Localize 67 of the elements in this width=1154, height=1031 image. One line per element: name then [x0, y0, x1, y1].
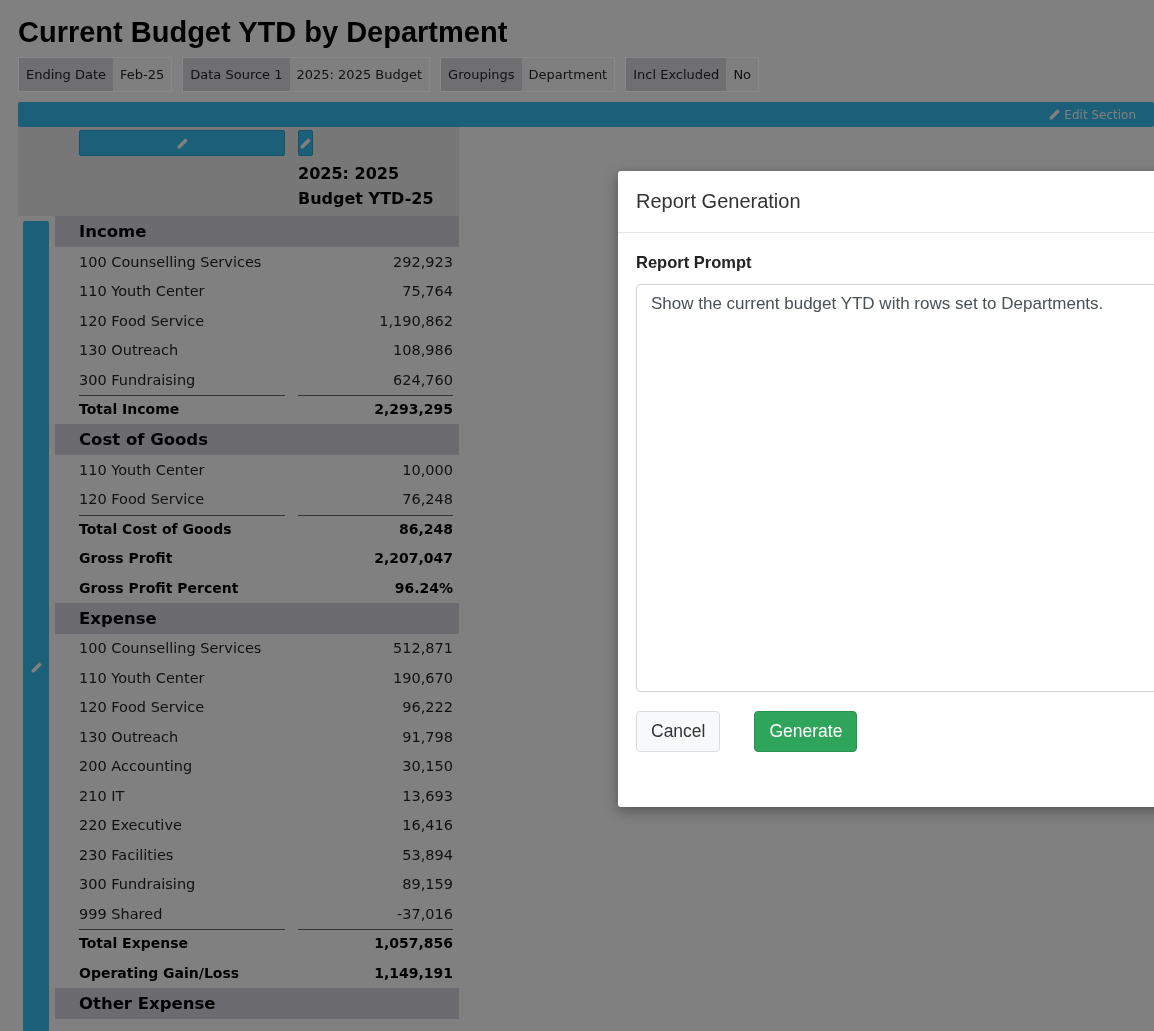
- row-label: 230 Facilities: [79, 846, 175, 863]
- row-value: 96.24%: [393, 579, 453, 596]
- row-value: 190,670: [392, 669, 453, 686]
- filter-label: Data Source 1: [183, 58, 290, 91]
- row-label: 100 Counselling Services: [79, 640, 263, 657]
- pencil-icon: [299, 136, 312, 150]
- pencil-icon: [29, 660, 43, 674]
- row-label: Gross Profit: [79, 550, 174, 567]
- filter-label: Groupings: [441, 58, 522, 91]
- row-label: 999 Shared: [79, 905, 164, 922]
- column-header: 2025: 2025 Budget YTD-25: [298, 163, 435, 210]
- edit-rows-strip[interactable]: [23, 221, 49, 1031]
- row-label: 220 Executive: [79, 817, 183, 834]
- row-value: 16,416: [401, 817, 453, 834]
- row-value: 30,150: [401, 758, 453, 775]
- report-title: Current Budget YTD by Department: [18, 15, 509, 50]
- row-label: 210 IT: [79, 787, 126, 804]
- row-value: 292,923: [392, 253, 453, 270]
- row-value: 89,159: [401, 876, 453, 893]
- row-label: Gross Profit Percent: [79, 579, 240, 596]
- field-label: Report Prompt: [636, 253, 753, 272]
- row-value: 2,293,295: [298, 395, 453, 424]
- row-label: 100 Counselling Services: [79, 253, 263, 270]
- row-value: 13,693: [401, 787, 453, 804]
- edit-column-button[interactable]: [298, 130, 313, 156]
- pencil-icon: [175, 136, 189, 150]
- row-value: 1,190,862: [378, 312, 453, 329]
- section-header: Other Expense: [55, 987, 459, 1019]
- filter-label: Ending Date: [19, 58, 113, 91]
- row-label: Operating Gain/Loss: [79, 964, 241, 981]
- row-label: Total Cost of Goods: [79, 514, 285, 543]
- edit-column-button[interactable]: [79, 130, 285, 156]
- row-label: 120 Food Service: [79, 491, 206, 508]
- dialog-title: Report Generation: [636, 190, 801, 213]
- row-value: 1,057,856: [298, 929, 453, 958]
- row-label: Total Income: [79, 395, 285, 424]
- row-value: 96,222: [401, 699, 453, 716]
- row-label: 130 Outreach: [79, 728, 180, 745]
- row-value: 2,207,047: [373, 550, 453, 567]
- row-value: -37,016: [396, 905, 453, 922]
- section-header: Cost of Goods: [55, 424, 459, 455]
- pencil-icon: [1048, 108, 1062, 121]
- row-value: 86,248: [298, 514, 453, 543]
- row-label: 110 Youth Center: [79, 283, 206, 300]
- row-label: Total Expense: [79, 929, 285, 958]
- row-value: 108,986: [392, 342, 453, 359]
- cancel-button[interactable]: Cancel: [636, 711, 721, 752]
- section-header: Expense: [55, 602, 459, 634]
- row-value: 53,894: [401, 846, 453, 863]
- row-label: 120 Food Service: [79, 312, 206, 329]
- row-value: 1,149,191: [373, 964, 453, 981]
- row-label: 300 Fundraising: [79, 371, 197, 388]
- row-label: 120 Food Service: [79, 699, 206, 716]
- row-value: 75,764: [401, 283, 453, 300]
- row-value: 91,798: [401, 728, 453, 745]
- row-label: 110 Youth Center: [79, 461, 206, 478]
- prompt-field[interactable]: Show the current budget YTD with rows set to Departments.: [636, 284, 1154, 692]
- row-value: 624,760: [392, 371, 453, 388]
- section-header: Income: [55, 216, 459, 247]
- row-label: 110 Youth Center: [79, 669, 206, 686]
- row-label: 130 Outreach: [79, 342, 180, 359]
- row-value: 10,000: [401, 461, 453, 478]
- row-value: 76,248: [401, 491, 453, 508]
- filter-label: Incl Excluded: [626, 58, 727, 91]
- row-label: 300 Fundraising: [79, 876, 197, 893]
- row-value: 512,871: [392, 640, 453, 657]
- row-label: 200 Accounting: [79, 758, 194, 775]
